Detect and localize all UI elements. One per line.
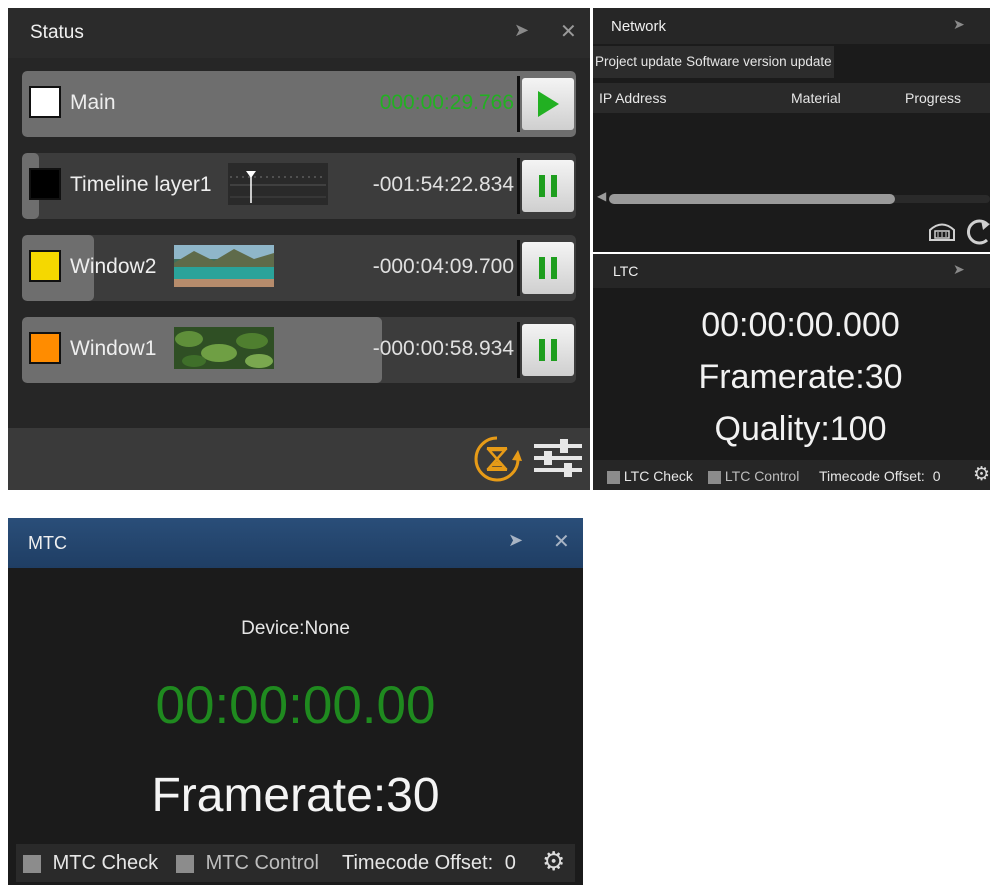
layer-row-window2[interactable]: Window2 -000:04:09.700	[22, 235, 576, 301]
pause-icon	[539, 175, 557, 197]
column-header-ip[interactable]: IP Address	[599, 90, 666, 106]
scroll-left-icon[interactable]: ◀	[597, 189, 606, 203]
ltc-control-label: LTC Control	[724, 468, 800, 484]
layer-row-timeline-layer1[interactable]: Timeline layer1 -001:54:22.834	[22, 153, 576, 219]
mtc-title: MTC	[28, 532, 67, 553]
network-titlebar: Network ➤	[593, 8, 990, 44]
timecode-offset: Timecode Offset: 0	[819, 468, 941, 484]
layer-name: Main	[70, 91, 116, 114]
timecode-offset-value[interactable]: 0	[505, 852, 516, 874]
ltc-title: LTC	[613, 263, 639, 279]
mtc-control-checkbox[interactable]: MTC Control	[176, 852, 319, 875]
ltc-quality: Quality:100	[714, 410, 887, 448]
timeline-thumbnail	[228, 163, 328, 205]
network-panel: Network ➤ Project update Software versio…	[593, 8, 990, 252]
timecode-offset: Timecode Offset: 0	[342, 852, 516, 875]
layer-color-swatch	[29, 250, 61, 282]
sliders-icon[interactable]	[530, 436, 586, 480]
close-icon[interactable]: ✕	[560, 19, 577, 43]
divider	[517, 158, 520, 214]
pin-icon[interactable]: ➤	[508, 530, 523, 551]
horizontal-scrollbar[interactable]: ◀	[597, 189, 990, 204]
layer-color-swatch	[29, 332, 61, 364]
layer-timecode: -000:04:09.700	[372, 255, 514, 278]
divider	[517, 240, 520, 296]
ltc-check-checkbox[interactable]: LTC Check	[607, 468, 693, 484]
tab-project-update[interactable]: Project update	[593, 46, 685, 78]
scrollbar-thumb[interactable]	[609, 194, 895, 204]
pin-icon[interactable]: ➤	[514, 20, 529, 41]
tab-software-version-update[interactable]: Software version update	[684, 46, 834, 78]
mtc-framerate: Framerate:30	[151, 769, 440, 822]
checkbox-icon[interactable]	[176, 854, 194, 873]
divider	[517, 322, 520, 378]
pause-button[interactable]	[522, 160, 574, 212]
layer-name: Window1	[70, 337, 157, 360]
ltc-panel: LTC ➤ 00:00:00.000 Framerate:30 Quality:…	[593, 254, 990, 490]
checkbox-icon[interactable]	[708, 470, 721, 484]
timecode-offset-label: Timecode Offset:	[342, 852, 494, 874]
mtc-footer: MTC Check MTC Control Timecode Offset: 0…	[16, 844, 575, 882]
network-scan-icon[interactable]	[927, 218, 957, 244]
ltc-check-label: LTC Check	[623, 468, 693, 484]
gear-icon[interactable]: ⚙	[542, 846, 565, 877]
mtc-timecode: 00:00:00.00	[155, 676, 436, 735]
gear-icon[interactable]: ⚙	[973, 463, 990, 486]
network-table-header: IP Address Material Progress	[593, 83, 990, 113]
ltc-timecode: 00:00:00.000	[701, 306, 900, 344]
mtc-device: Device:None	[241, 618, 350, 639]
layer-timecode: -000:00:58.934	[372, 337, 514, 360]
pin-icon[interactable]: ➤	[953, 17, 965, 33]
pause-button[interactable]	[522, 324, 574, 376]
pause-icon	[539, 339, 557, 361]
column-header-progress[interactable]: Progress	[905, 90, 961, 106]
pause-button[interactable]	[522, 242, 574, 294]
pause-icon	[539, 257, 557, 279]
layer-color-swatch	[29, 168, 61, 200]
layer-color-swatch	[29, 86, 61, 118]
mtc-check-label: MTC Check	[52, 852, 159, 874]
mtc-panel: MTC ➤ ✕ Device:None 00:00:00.00 Framerat…	[8, 518, 583, 885]
play-icon	[538, 91, 559, 117]
status-title: Status	[30, 22, 84, 43]
status-panel: Status ➤ ✕ Main 000:00:29.766 Timeline l…	[8, 8, 590, 490]
ltc-control-checkbox[interactable]: LTC Control	[708, 468, 799, 484]
mtc-check-checkbox[interactable]: MTC Check	[23, 852, 158, 875]
pin-icon[interactable]: ➤	[953, 262, 965, 278]
layer-row-window1[interactable]: Window1 -000:00:58.934	[22, 317, 576, 383]
column-header-material[interactable]: Material	[791, 90, 841, 106]
close-icon[interactable]: ✕	[553, 529, 570, 553]
lake-thumbnail	[174, 245, 274, 287]
ltc-framerate: Framerate:30	[698, 358, 903, 396]
hourglass-refresh-icon[interactable]	[472, 434, 522, 484]
timecode-offset-label: Timecode Offset:	[819, 468, 925, 484]
layer-timecode: 000:00:29.766	[379, 91, 514, 114]
ltc-footer: LTC Check LTC Control Timecode Offset: 0…	[593, 460, 990, 490]
layer-timecode: -001:54:22.834	[372, 173, 514, 196]
timecode-offset-value[interactable]: 0	[933, 468, 941, 484]
timeline-marker-icon	[230, 171, 326, 203]
status-footer	[8, 428, 590, 490]
play-button[interactable]	[522, 78, 574, 130]
network-tabs: Project update Software version update	[593, 46, 834, 78]
layer-row-main[interactable]: Main 000:00:29.766	[22, 71, 576, 137]
checkbox-icon[interactable]	[607, 470, 620, 484]
network-title: Network	[611, 17, 667, 35]
layer-name: Window2	[70, 255, 157, 278]
checkbox-icon[interactable]	[23, 854, 41, 873]
refresh-icon[interactable]	[967, 218, 990, 246]
divider	[517, 76, 520, 132]
status-titlebar: Status ➤ ✕	[8, 8, 590, 58]
leaves-thumbnail	[174, 327, 274, 369]
ltc-titlebar: LTC ➤	[593, 254, 990, 288]
layer-name: Timeline layer1	[70, 173, 212, 196]
mtc-titlebar: MTC ➤ ✕	[8, 518, 583, 568]
mtc-control-label: MTC Control	[205, 852, 319, 874]
